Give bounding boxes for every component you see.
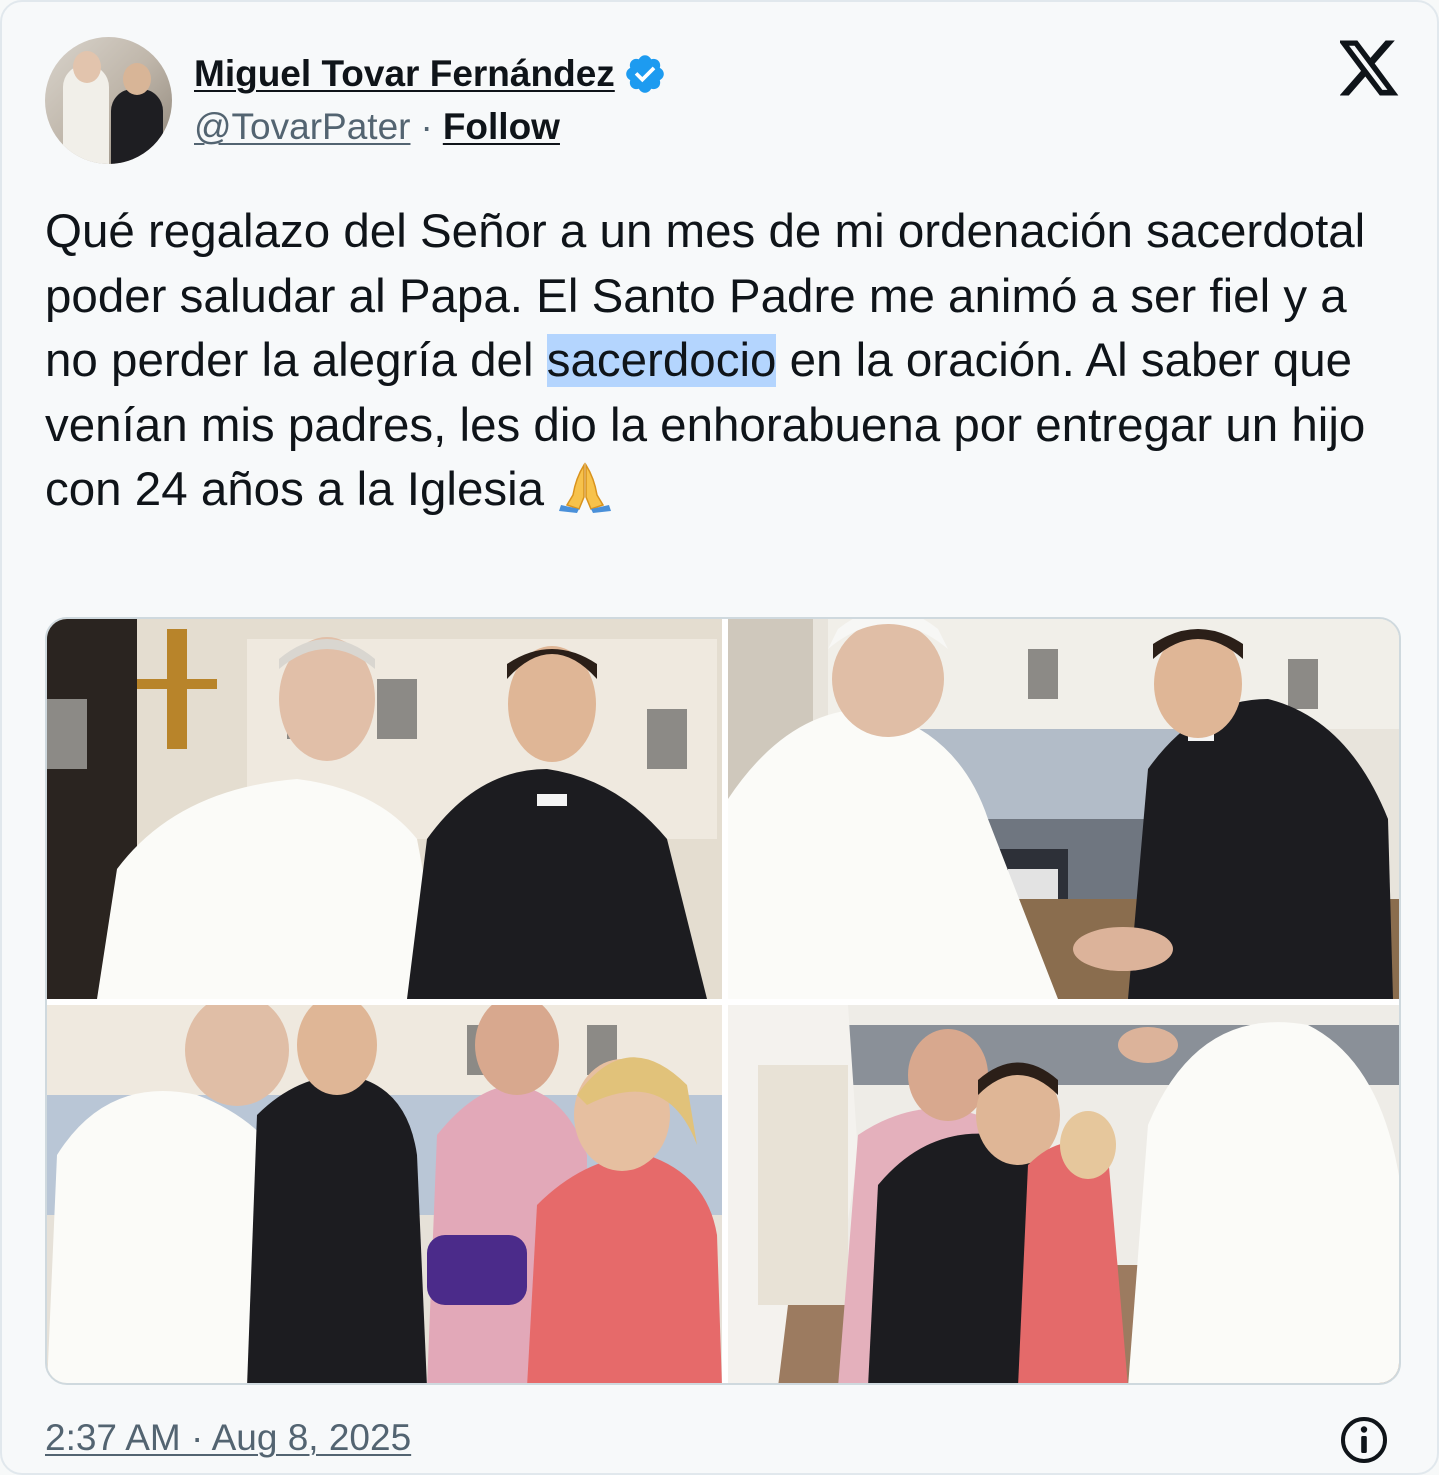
tweet-timestamp[interactable]: 2:37 AM · Aug 8, 2025 [45, 1417, 411, 1459]
author-display-name[interactable]: Miguel Tovar Fernández [194, 53, 615, 95]
follow-button[interactable]: Follow [443, 106, 560, 148]
photo-2[interactable] [728, 619, 1399, 999]
separator-dot: · [420, 106, 433, 147]
folded-hands-emoji [559, 462, 612, 513]
info-icon[interactable] [1338, 1414, 1390, 1466]
photo-3[interactable] [47, 1005, 722, 1383]
media-grid [45, 617, 1401, 1385]
author-avatar[interactable] [45, 37, 172, 164]
photo-4[interactable] [728, 1005, 1399, 1383]
author-name-row: Miguel Tovar Fernández [194, 52, 667, 96]
tweet-card: Miguel Tovar Fernández @TovarPater · Fol… [0, 0, 1439, 1475]
verified-badge-icon [625, 55, 664, 93]
tweet-body: Qué regalazo del Señor a un mes de mi or… [45, 200, 1405, 523]
photo-1[interactable] [47, 619, 722, 999]
highlighted-word: sacerdocio [546, 334, 777, 387]
author-handle-row: @TovarPater · Follow [194, 106, 560, 148]
x-logo-icon[interactable] [1340, 40, 1400, 96]
author-handle[interactable]: @TovarPater [194, 106, 410, 148]
